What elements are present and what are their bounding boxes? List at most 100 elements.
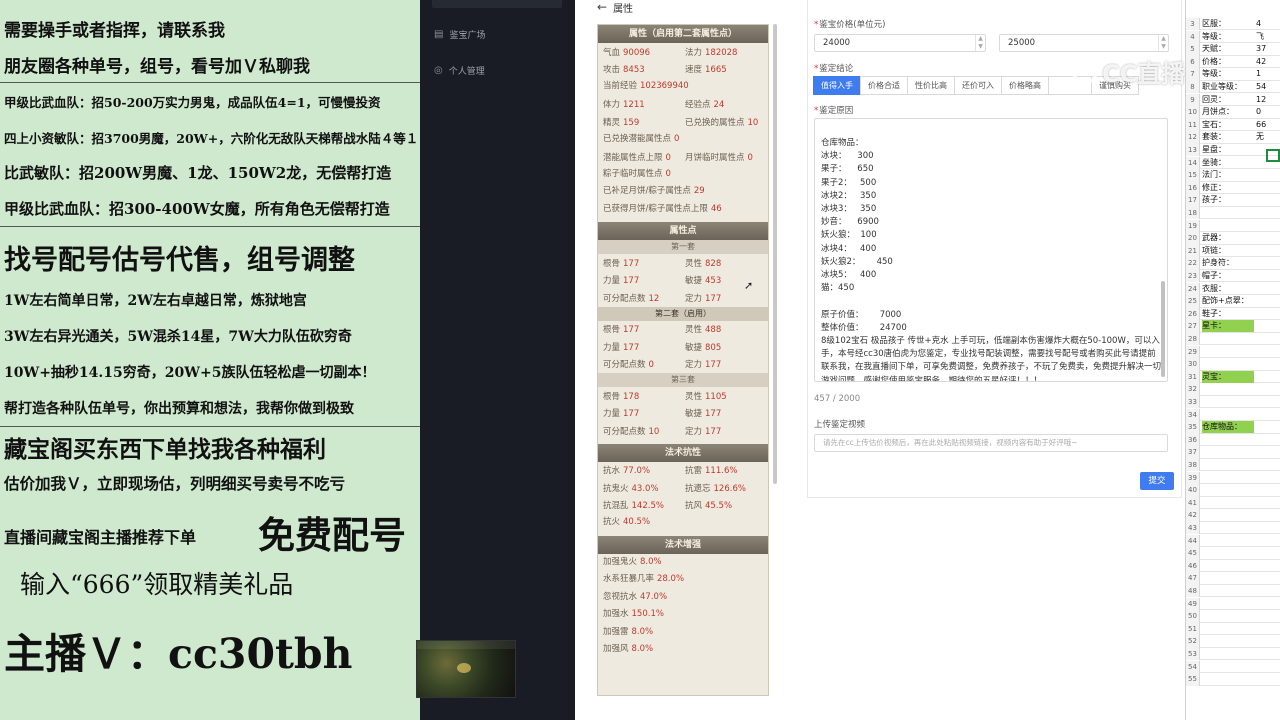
sheet-cell[interactable]: 鞋子：: [1202, 308, 1254, 320]
submit-button[interactable]: 提交: [1140, 472, 1174, 490]
option-worth-buying[interactable]: 值得入手: [813, 76, 861, 95]
sheet-cell[interactable]: 12: [1256, 94, 1280, 106]
sheet-cell[interactable]: 37: [1256, 43, 1280, 55]
sheet-row[interactable]: 21 项链：: [1186, 244, 1280, 258]
option-negotiate[interactable]: 还价可入: [954, 76, 1002, 95]
sheet-row[interactable]: 25 配饰+点翠：: [1186, 295, 1280, 308]
tab-point-set-3[interactable]: 第三套: [598, 373, 768, 387]
sheet-row[interactable]: 23 帽子：: [1186, 270, 1280, 283]
sheet-cell[interactable]: 价格：: [1202, 56, 1254, 68]
sheet-row[interactable]: 3 区服： 4: [1186, 18, 1280, 31]
sidebar-item-appraisal-plaza[interactable]: ▤ 鉴宝广场: [434, 28, 485, 41]
stepper-icon[interactable]: ▲ ▼: [1158, 35, 1168, 51]
sheet-row[interactable]: 11 宝石： 66: [1186, 118, 1280, 132]
sheet-row[interactable]: 44: [1186, 534, 1280, 547]
sheet-cell[interactable]: 区服：: [1202, 18, 1254, 30]
sheet-row[interactable]: 31 灵宝：: [1186, 370, 1280, 384]
sheet-row[interactable]: 15 法门：: [1186, 169, 1280, 182]
sheet-cell[interactable]: 等级：: [1202, 31, 1254, 43]
sheet-row[interactable]: 51: [1186, 622, 1280, 636]
sheet-row[interactable]: 18: [1186, 207, 1280, 220]
sheet-cell[interactable]: 66: [1256, 119, 1280, 131]
sheet-cell[interactable]: 项链：: [1202, 245, 1254, 257]
option-fair-price[interactable]: 价格合适: [860, 76, 908, 95]
sheet-row[interactable]: 40: [1186, 484, 1280, 497]
sheet-row[interactable]: 42: [1186, 509, 1280, 522]
sheet-row[interactable]: 50: [1186, 610, 1280, 623]
sheet-row[interactable]: 54: [1186, 660, 1280, 673]
sidebar-item-personal-management[interactable]: ◎ 个人管理: [434, 64, 485, 77]
sheet-row[interactable]: 32: [1186, 383, 1280, 396]
sheet-row[interactable]: 41: [1186, 496, 1280, 510]
sheet-row[interactable]: 4 等级：飞: [1186, 30, 1280, 43]
sheet-row[interactable]: 39: [1186, 471, 1280, 484]
sheet-row[interactable]: 19: [1186, 219, 1280, 232]
sheet-row[interactable]: 38: [1186, 459, 1280, 472]
sheet-row[interactable]: 20 武器：: [1186, 232, 1280, 245]
sheet-cell[interactable]: 飞: [1256, 31, 1280, 43]
sheet-cell[interactable]: 配饰+点翠：: [1202, 295, 1254, 307]
sheet-row[interactable]: 52: [1186, 635, 1280, 648]
option-good-value[interactable]: 性价比高: [907, 76, 955, 95]
reason-textarea[interactable]: 仓库物品： 冰块： 300 果子： 650 果子2： 500 冰块2： 350 …: [814, 118, 1168, 382]
sheet-row[interactable]: 45: [1186, 547, 1280, 560]
sheet-cell[interactable]: 孩子：: [1202, 194, 1254, 206]
panel-scrollbar[interactable]: [773, 24, 777, 484]
sheet-cell[interactable]: 4: [1256, 18, 1280, 30]
sheet-row[interactable]: 48: [1186, 585, 1280, 598]
sheet-cell[interactable]: 月饼点：: [1202, 106, 1254, 118]
sheet-cell[interactable]: 套装：: [1202, 131, 1254, 143]
sheet-row[interactable]: 29: [1186, 345, 1280, 358]
sheet-cell[interactable]: 54: [1256, 81, 1280, 93]
sheet-row[interactable]: 35 仓库物品：: [1186, 421, 1280, 434]
sheet-cell[interactable]: 仓库物品：: [1202, 421, 1254, 434]
sheet-cell[interactable]: 修正：: [1202, 182, 1254, 194]
sheet-row[interactable]: 24 衣服：: [1186, 282, 1280, 295]
sheet-row[interactable]: 34: [1186, 408, 1280, 421]
sheet-row[interactable]: 12 套装：无: [1186, 131, 1280, 144]
stepper-icon[interactable]: ▲ ▼: [975, 35, 985, 51]
sheet-row[interactable]: 17 孩子：: [1186, 194, 1280, 207]
sheet-cell[interactable]: 武器：: [1202, 232, 1254, 244]
sheet-cell[interactable]: 坐骑：: [1202, 157, 1254, 169]
back-arrow-icon[interactable]: ←: [597, 0, 607, 14]
price-min-input[interactable]: 24000 ▲ ▼: [814, 34, 986, 52]
sheet-row[interactable]: 55: [1186, 673, 1280, 686]
sheet-row[interactable]: 7 等级： 1: [1186, 68, 1280, 81]
sheet-row[interactable]: 33: [1186, 396, 1280, 409]
sheet-row[interactable]: 8 职业等级： 54: [1186, 81, 1280, 94]
sheet-row[interactable]: 5 天赋： 37: [1186, 43, 1280, 56]
sheet-row[interactable]: 37: [1186, 446, 1280, 459]
sheet-cell[interactable]: 衣服：: [1202, 283, 1254, 295]
sheet-cell[interactable]: 天赋：: [1202, 43, 1254, 55]
sheet-cell[interactable]: 帽子：: [1202, 270, 1254, 282]
tab-point-set-2[interactable]: 第二套（启用）: [598, 306, 768, 321]
sheet-cell[interactable]: 护身符：: [1202, 257, 1254, 269]
sheet-cell[interactable]: 1: [1256, 68, 1280, 80]
sheet-cell[interactable]: 0: [1256, 106, 1280, 118]
sheet-row[interactable]: 6 价格： 42: [1186, 55, 1280, 69]
sheet-row[interactable]: 53: [1186, 648, 1280, 661]
tab-point-set-1[interactable]: 第一套: [598, 240, 768, 254]
sheet-row[interactable]: 46: [1186, 559, 1280, 573]
sheet-row[interactable]: 47: [1186, 572, 1280, 585]
sheet-cell[interactable]: 职业等级：: [1202, 81, 1254, 93]
sheet-row[interactable]: 49: [1186, 597, 1280, 610]
video-link-input[interactable]: 请先在cc上传估价视频后，再在此处粘贴视频链接，视频内容有助于好评哦~: [814, 434, 1168, 452]
textarea-scrollbar[interactable]: [1160, 123, 1166, 379]
sheet-row[interactable]: 26 鞋子：: [1186, 307, 1280, 321]
sheet-cell[interactable]: 宝石：: [1202, 119, 1254, 131]
sheet-cell[interactable]: 灵宝：: [1202, 370, 1254, 383]
sheet-cell[interactable]: 星盘：: [1202, 144, 1254, 156]
sheet-cell[interactable]: 法门：: [1202, 169, 1254, 181]
sheet-cell[interactable]: 42: [1256, 56, 1280, 68]
sheet-row[interactable]: 16 修正：: [1186, 181, 1280, 195]
sheet-row[interactable]: 10 月饼点： 0: [1186, 106, 1280, 119]
sheet-row[interactable]: 28: [1186, 333, 1280, 346]
sheet-cell[interactable]: 等级：: [1202, 68, 1254, 80]
selected-cell[interactable]: [1266, 149, 1280, 162]
sheet-cell[interactable]: 回灵：: [1202, 94, 1254, 106]
price-max-input[interactable]: 25000 ▲ ▼: [999, 34, 1169, 52]
sheet-row[interactable]: 27 星卡：: [1186, 320, 1280, 333]
sheet-cell[interactable]: 无: [1256, 131, 1280, 143]
